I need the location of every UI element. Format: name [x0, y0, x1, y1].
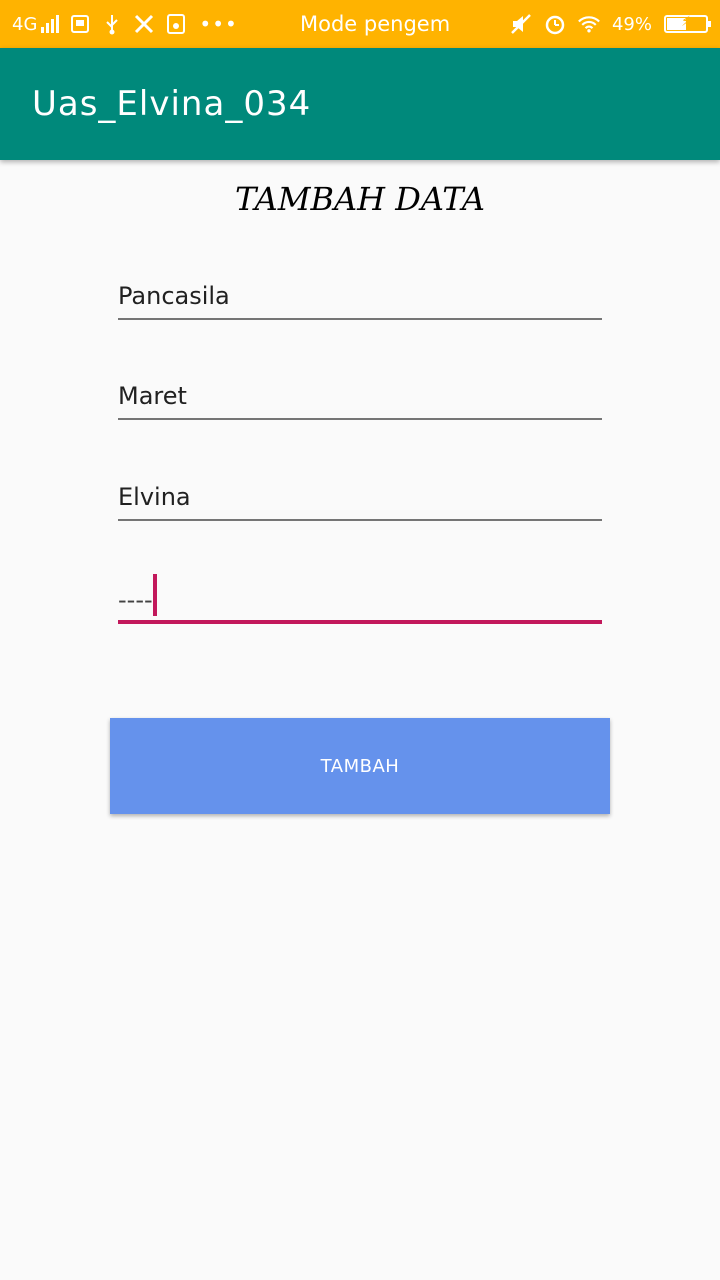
developer-mode-notice: Mode pengemba: [300, 12, 450, 36]
form-heading: TAMBAH DATA: [235, 180, 485, 218]
month-field[interactable]: Maret: [118, 370, 602, 420]
subject-field-value: Pancasila: [118, 282, 230, 310]
status-right: 49% ⚡: [510, 0, 711, 48]
app-title: Uas_Elvina_034: [32, 84, 312, 124]
more-dots-icon: •••: [199, 12, 238, 36]
alarm-icon: [544, 13, 566, 35]
usb-icon: [101, 13, 123, 35]
name-field[interactable]: Elvina: [118, 471, 602, 521]
mute-icon: [510, 13, 532, 35]
status-bar: 4G ••• Mode pengemba 49%: [0, 0, 720, 48]
sim-icon: [69, 13, 91, 35]
tools-icon: [133, 13, 155, 35]
battery-tip: [708, 21, 711, 27]
text-cursor: [153, 574, 157, 616]
tambah-button[interactable]: TAMBAH: [110, 718, 610, 814]
battery-icon: ⚡: [664, 14, 711, 33]
app-bar: Uas_Elvina_034: [0, 48, 720, 160]
month-field-value: Maret: [118, 382, 187, 410]
fourth-field-value: ----: [118, 586, 153, 614]
signal-icon: [41, 15, 60, 33]
battery-percent: 49%: [611, 13, 652, 35]
status-left: 4G •••: [12, 0, 238, 48]
storage-icon: [165, 13, 187, 35]
network-type: 4G: [12, 13, 38, 35]
fourth-field[interactable]: ----: [118, 574, 602, 624]
charging-bolt-icon: ⚡: [681, 14, 691, 30]
subject-field[interactable]: Pancasila: [118, 270, 602, 320]
form-content: TAMBAH DATA Pancasila Maret Elvina ---- …: [0, 160, 720, 1280]
name-field-value: Elvina: [118, 483, 191, 511]
wifi-icon: [578, 13, 600, 35]
